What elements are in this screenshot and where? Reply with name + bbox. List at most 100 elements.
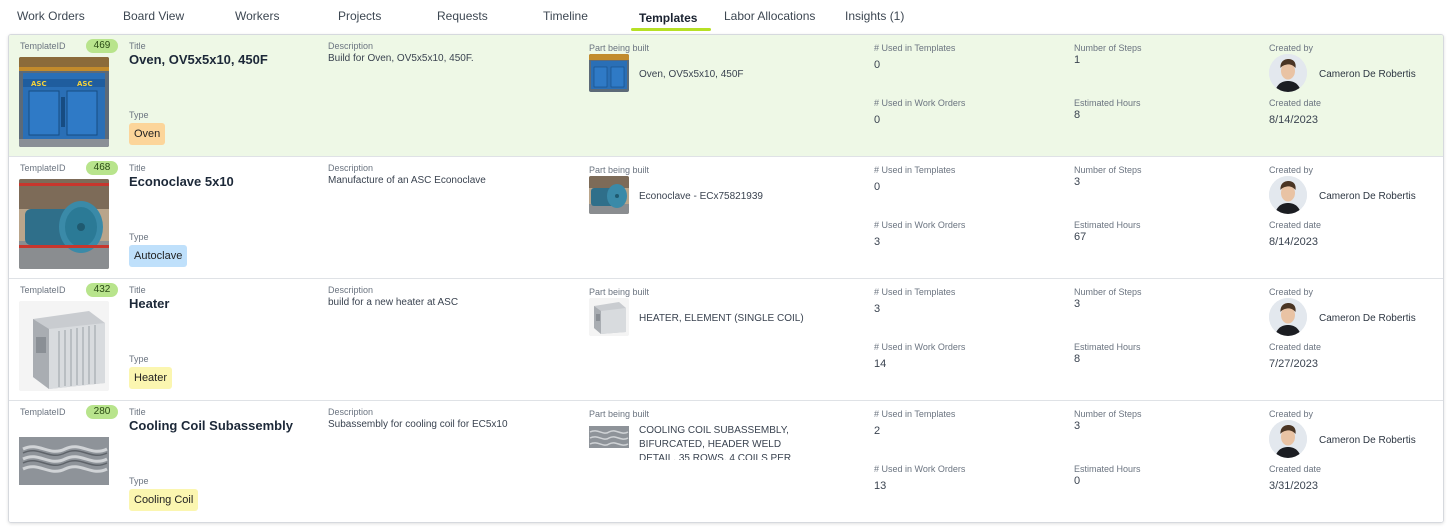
template-image: [19, 179, 109, 269]
template-id-badge: 469: [86, 39, 118, 53]
created-by-name: Cameron De Robertis: [1319, 435, 1416, 446]
description-label: Description: [328, 285, 374, 295]
part-image: [589, 420, 629, 458]
template-title[interactable]: Oven, OV5x5x10, 450F: [129, 52, 268, 67]
tab-templates[interactable]: Templates: [639, 11, 697, 25]
template-row[interactable]: TemplateID 468 Title Econoclave 5x10 Typ…: [9, 157, 1443, 279]
type-label: Type: [129, 354, 149, 364]
type-chip: Heater: [129, 367, 173, 389]
type-chip: Oven: [129, 123, 166, 145]
created-date-value: 7/27/2023: [1269, 358, 1318, 370]
created-by-name: Cameron De Robertis: [1319, 313, 1416, 324]
template-image: [19, 301, 109, 391]
created-date-value: 8/14/2023: [1269, 236, 1318, 248]
template-row[interactable]: TemplateID 469 ASC ASC Title Oven, OV5x5…: [9, 35, 1443, 157]
avatar: [1269, 176, 1307, 214]
used-in-work-orders-label: # Used in Work Orders: [874, 464, 966, 474]
number-of-steps-value: 3: [1074, 420, 1081, 432]
used-in-work-orders-value: 3: [874, 236, 881, 248]
description-label: Description: [328, 163, 374, 173]
used-in-work-orders-value: 14: [874, 358, 887, 370]
created-by-name: Cameron De Robertis: [1319, 191, 1416, 202]
template-title[interactable]: Heater: [129, 296, 169, 311]
description-text: Manufacture of an ASC Econoclave: [328, 175, 486, 186]
part-image: [589, 298, 629, 336]
tab-bar: Work Orders Board View Workers Projects …: [0, 0, 1452, 34]
used-in-templates-label: # Used in Templates: [874, 43, 956, 53]
estimated-hours-label: Estimated Hours: [1074, 98, 1141, 108]
number-of-steps-label: Number of Steps: [1074, 43, 1142, 53]
part-label: Part being built: [589, 43, 650, 53]
number-of-steps-label: Number of Steps: [1074, 287, 1142, 297]
tab-timeline[interactable]: Timeline: [543, 9, 588, 23]
number-of-steps-label: Number of Steps: [1074, 165, 1142, 175]
estimated-hours-label: Estimated Hours: [1074, 220, 1141, 230]
description-text: Build for Oven, OV5x5x10, 450F.: [328, 53, 474, 64]
used-in-work-orders-value: 13: [874, 480, 887, 492]
tab-work-orders[interactable]: Work Orders: [17, 9, 85, 23]
estimated-hours-value: 8: [1074, 353, 1081, 365]
template-image: ASC ASC: [19, 57, 109, 147]
template-id-badge: 280: [86, 405, 118, 419]
created-date-value: 3/31/2023: [1269, 480, 1318, 492]
templates-list: TemplateID 469 ASC ASC Title Oven, OV5x5…: [8, 34, 1444, 523]
used-in-templates-value: 0: [874, 181, 881, 193]
template-title[interactable]: Cooling Coil Subassembly: [129, 418, 293, 433]
title-label: Title: [129, 407, 146, 417]
created-date-value: 8/14/2023: [1269, 114, 1318, 126]
tab-insights[interactable]: Insights (1): [845, 9, 904, 23]
tab-requests[interactable]: Requests: [437, 9, 488, 23]
part-label: Part being built: [589, 165, 650, 175]
created-date-label: Created date: [1269, 98, 1322, 108]
tab-board-view[interactable]: Board View: [123, 9, 184, 23]
part-image: [589, 176, 629, 214]
template-id-badge: 468: [86, 161, 118, 175]
type-label: Type: [129, 232, 149, 242]
part-name[interactable]: COOLING COIL SUBASSEMBLY, BIFURCATED, HE…: [639, 424, 814, 460]
template-row[interactable]: TemplateID 432 Title Heater Type Heater …: [9, 279, 1443, 401]
template-id-label: TemplateID: [20, 407, 66, 417]
used-in-templates-value: 0: [874, 59, 881, 71]
tab-labor-allocations[interactable]: Labor Allocations: [724, 9, 815, 23]
part-name[interactable]: Oven, OV5x5x10, 450F: [639, 69, 744, 80]
template-title[interactable]: Econoclave 5x10: [129, 174, 234, 189]
title-label: Title: [129, 285, 146, 295]
avatar: [1269, 298, 1307, 336]
description-text: build for a new heater at ASC: [328, 297, 459, 308]
template-id-badge: 432: [86, 283, 118, 297]
number-of-steps-value: 3: [1074, 298, 1081, 310]
used-in-templates-label: # Used in Templates: [874, 409, 956, 419]
svg-text:ASC: ASC: [31, 80, 47, 88]
type-label: Type: [129, 476, 149, 486]
used-in-templates-label: # Used in Templates: [874, 287, 956, 297]
template-image: [19, 423, 109, 513]
title-label: Title: [129, 163, 146, 173]
description-label: Description: [328, 41, 374, 51]
part-image: [589, 54, 629, 92]
type-chip: Cooling Coil: [129, 489, 199, 511]
created-by-label: Created by: [1269, 165, 1314, 175]
part-name[interactable]: HEATER, ELEMENT (SINGLE COIL): [639, 313, 804, 324]
active-tab-indicator: [631, 28, 711, 31]
template-id-label: TemplateID: [20, 41, 66, 51]
avatar: [1269, 54, 1307, 92]
created-date-label: Created date: [1269, 220, 1322, 230]
number-of-steps-value: 1: [1074, 54, 1081, 66]
used-in-work-orders-value: 0: [874, 114, 881, 126]
used-in-work-orders-label: # Used in Work Orders: [874, 98, 966, 108]
created-by-label: Created by: [1269, 287, 1314, 297]
estimated-hours-label: Estimated Hours: [1074, 342, 1141, 352]
tab-projects[interactable]: Projects: [338, 9, 381, 23]
description-text: Subassembly for cooling coil for EC5x10: [328, 419, 508, 430]
used-in-templates-value: 2: [874, 425, 881, 437]
template-id-label: TemplateID: [20, 285, 66, 295]
tab-workers[interactable]: Workers: [235, 9, 279, 23]
estimated-hours-value: 0: [1074, 475, 1081, 487]
created-date-label: Created date: [1269, 464, 1322, 474]
used-in-templates-value: 3: [874, 303, 881, 315]
type-label: Type: [129, 110, 149, 120]
used-in-work-orders-label: # Used in Work Orders: [874, 342, 966, 352]
description-label: Description: [328, 407, 374, 417]
template-row[interactable]: TemplateID 280 Title Cooling Coil Subass…: [9, 401, 1443, 522]
part-name[interactable]: Econoclave - ECx75821939: [639, 191, 763, 202]
